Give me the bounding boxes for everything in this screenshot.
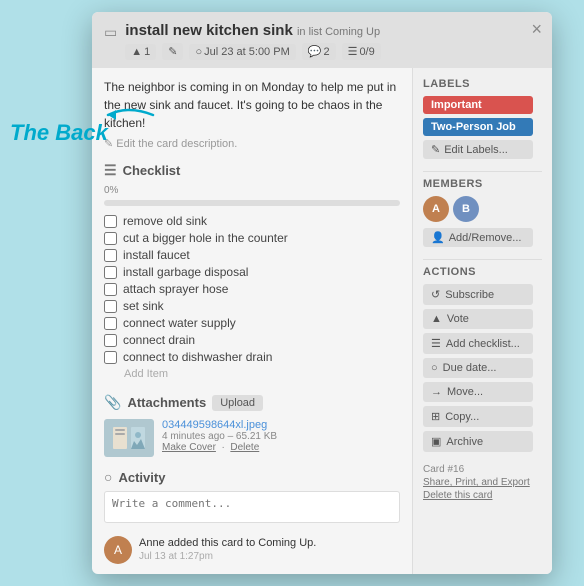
- subscribe-button[interactable]: ↺ Subscribe: [423, 284, 533, 305]
- checklist-item: remove old sink: [104, 214, 400, 228]
- checklist-item: install faucet: [104, 248, 400, 262]
- activity-avatar: A: [104, 536, 132, 564]
- person-icon: 👤: [431, 231, 445, 244]
- labels-title: Labels: [423, 78, 542, 90]
- label-two-person[interactable]: Two-Person Job: [423, 118, 533, 136]
- activity-title: Activity: [118, 470, 165, 485]
- archive-button[interactable]: ▣ Archive: [423, 431, 533, 452]
- checklist-item: connect water supply: [104, 316, 400, 330]
- checklist-checkbox-8[interactable]: [104, 334, 117, 347]
- checklist-checkbox-7[interactable]: [104, 317, 117, 330]
- card-modal: ▭ install new kitchen sink in list Comin…: [92, 12, 552, 574]
- checklist-item: connect to dishwasher drain: [104, 350, 400, 364]
- edit-labels-button[interactable]: ✎ Edit Labels...: [423, 140, 533, 159]
- checklist-progress-button[interactable]: ☰ 0/9: [342, 43, 381, 60]
- activity-entry: A Anne added this card to Coming Up. Jul…: [104, 536, 400, 564]
- actions-title: Actions: [423, 266, 542, 278]
- modal-meta: ▲ 1 ✎ ○ Jul 23 at 5:00 PM 💬 2 ☰ 0/9: [125, 43, 540, 60]
- activity-header: ○ Activity: [104, 469, 400, 485]
- attachment-thumbnail: [104, 419, 154, 457]
- pencil-icon: ✎: [431, 143, 440, 156]
- labels-section: Labels Important Two-Person Job ✎ Edit L…: [423, 78, 542, 159]
- checklist-item: connect drain: [104, 333, 400, 347]
- modal-main: The neighbor is coming in on Monday to h…: [92, 68, 412, 574]
- delete-attachment-link[interactable]: Delete: [230, 442, 259, 453]
- activity-icon: ○: [104, 469, 112, 485]
- checklist-checkbox-2[interactable]: [104, 232, 117, 245]
- vote-button[interactable]: ▲ Vote: [423, 309, 533, 329]
- card-footer: Card #16 Share, Print, and Export Delete…: [423, 464, 542, 501]
- add-remove-members-button[interactable]: 👤 Add/Remove...: [423, 228, 533, 247]
- due-date-button[interactable]: ○ Jul 23 at 5:00 PM: [189, 44, 295, 60]
- label-important[interactable]: Important: [423, 96, 533, 114]
- close-button[interactable]: ×: [531, 20, 542, 38]
- votes-button[interactable]: ▲ 1: [125, 44, 156, 60]
- due-date-icon: ○: [431, 362, 438, 374]
- copy-button[interactable]: ⊞ Copy...: [423, 406, 533, 427]
- back-label: The Back: [10, 120, 108, 146]
- checklist-checkbox-4[interactable]: [104, 266, 117, 279]
- member-avatar-1: A: [423, 196, 449, 222]
- arrow-indicator: [98, 100, 158, 133]
- attachment-links: Make Cover · Delete: [162, 442, 277, 453]
- checklist-header: ☰ Checklist: [104, 162, 400, 179]
- checklist-action-icon: ☰: [431, 337, 441, 350]
- checklist-items: remove old sink cut a bigger hole in the…: [104, 214, 400, 364]
- modal-title: install new kitchen sink in list Coming …: [125, 22, 540, 39]
- attachments-title: Attachments: [127, 395, 206, 410]
- activity-time: Jul 13 at 1:27pm: [139, 551, 316, 562]
- member-avatar-2: B: [453, 196, 479, 222]
- delete-card-link[interactable]: Delete this card: [423, 490, 542, 501]
- subscribe-icon: ↺: [431, 288, 440, 301]
- attachment-meta: 4 minutes ago – 65.21 KB: [162, 431, 277, 442]
- comment-input[interactable]: [104, 491, 400, 523]
- attachment-item: 034449598644xl.jpeg 4 minutes ago – 65.2…: [104, 419, 400, 457]
- share-print-link[interactable]: Share, Print, and Export: [423, 477, 542, 488]
- checklist-checkbox-5[interactable]: [104, 283, 117, 296]
- edit-description-link[interactable]: ✎ Edit the card description.: [104, 138, 237, 150]
- activity-content: Anne added this card to Coming Up. Jul 1…: [139, 536, 316, 562]
- attachment-filename[interactable]: 034449598644xl.jpeg: [162, 419, 267, 431]
- card-icon: ▭: [104, 24, 117, 41]
- attachments-section: 📎 Attachments Upload: [104, 394, 400, 457]
- add-checklist-button[interactable]: ☰ Add checklist...: [423, 333, 533, 354]
- due-date-action-button[interactable]: ○ Due date...: [423, 358, 533, 378]
- activity-section: ○ Activity A Anne added this card to Com…: [104, 469, 400, 564]
- archive-icon: ▣: [431, 435, 441, 448]
- attachments-header: 📎 Attachments Upload: [104, 394, 400, 411]
- checklist-item: attach sprayer hose: [104, 282, 400, 296]
- checklist-item: set sink: [104, 299, 400, 313]
- copy-icon: ⊞: [431, 410, 440, 423]
- attachments-icon: 📎: [104, 394, 121, 411]
- checklist-item: cut a bigger hole in the counter: [104, 231, 400, 245]
- checklist-item: install garbage disposal: [104, 265, 400, 279]
- modal-body: The neighbor is coming in on Monday to h…: [92, 68, 552, 574]
- move-icon: →: [431, 386, 442, 398]
- checklist-icon: ☰: [104, 162, 117, 179]
- attachment-info: 034449598644xl.jpeg 4 minutes ago – 65.2…: [162, 419, 277, 453]
- checklist-checkbox-3[interactable]: [104, 249, 117, 262]
- activity-text: Anne added this card to Coming Up.: [139, 536, 316, 551]
- members-title: Members: [423, 178, 542, 190]
- edit-pencil-button[interactable]: ✎: [162, 43, 183, 60]
- make-cover-link[interactable]: Make Cover: [162, 442, 216, 453]
- members-avatars: A B: [423, 196, 542, 222]
- progress-label: 0%: [104, 185, 400, 196]
- upload-button[interactable]: Upload: [212, 395, 263, 411]
- add-item-link[interactable]: Add Item: [124, 368, 400, 380]
- progress-bar-wrap: [104, 200, 400, 206]
- members-section: Members A B 👤 Add/Remove...: [423, 178, 542, 247]
- checklist-title: Checklist: [123, 163, 181, 178]
- comments-button[interactable]: 💬 2: [302, 43, 336, 60]
- actions-section: Actions ↺ Subscribe ▲ Vote ☰ Add checkli…: [423, 266, 542, 452]
- checklist-checkbox-6[interactable]: [104, 300, 117, 313]
- checklist-checkbox-1[interactable]: [104, 215, 117, 228]
- card-number: Card #16: [423, 464, 464, 475]
- modal-header: ▭ install new kitchen sink in list Comin…: [92, 12, 552, 68]
- move-button[interactable]: → Move...: [423, 382, 533, 402]
- checklist-checkbox-9[interactable]: [104, 351, 117, 364]
- modal-sidebar: Labels Important Two-Person Job ✎ Edit L…: [412, 68, 552, 574]
- vote-icon: ▲: [431, 313, 442, 325]
